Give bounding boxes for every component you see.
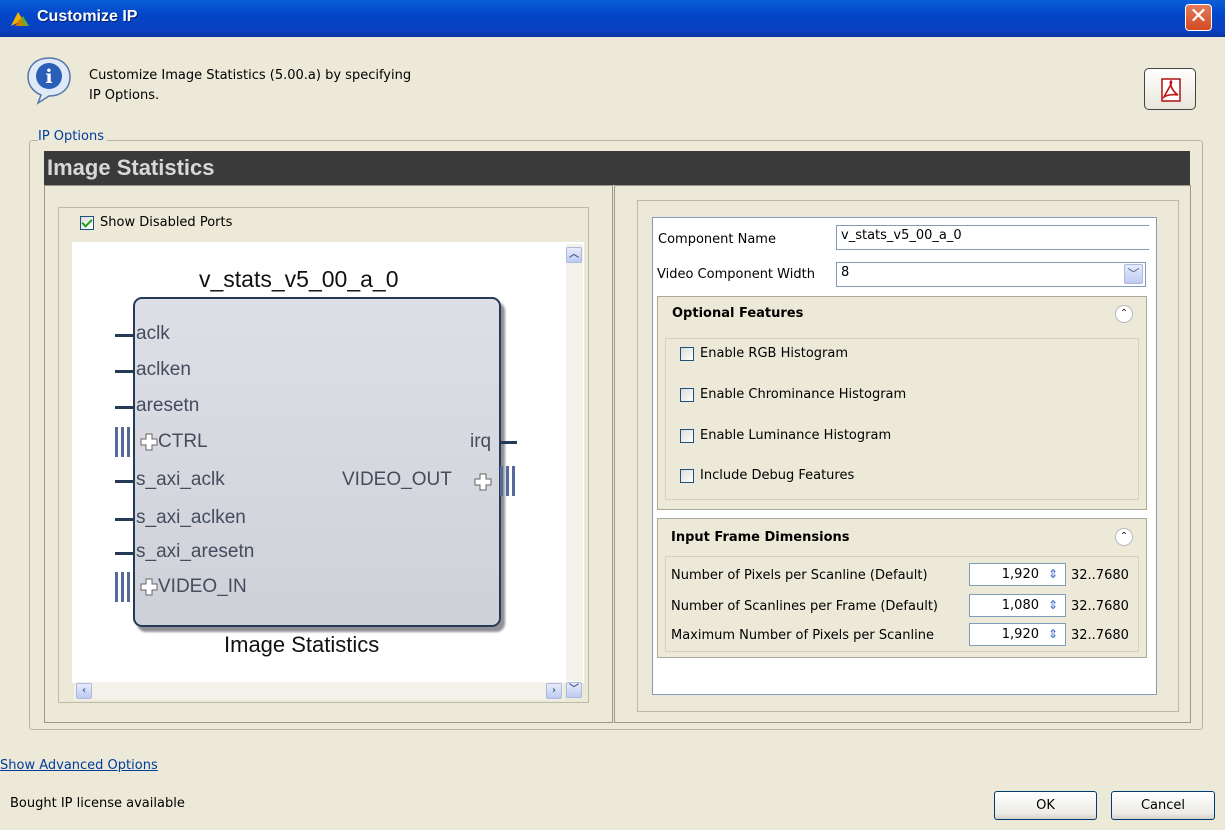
ok-button[interactable]: OK (994, 791, 1097, 820)
port-s-axi-aresetn: s_axi_aresetn (136, 541, 255, 562)
scanlines-per-frame-label: Number of Scanlines per Frame (Default) (671, 599, 938, 614)
scroll-down-button[interactable]: ﹀ (566, 682, 582, 698)
port-pin (115, 370, 135, 373)
port-irq: irq (470, 431, 492, 452)
port-pin (115, 518, 135, 521)
expand-plus-icon[interactable] (474, 473, 492, 491)
option-label: Include Debug Features (700, 468, 855, 483)
vertical-scrollbar[interactable]: ︿ (566, 244, 583, 681)
enable-chrominance-histogram-checkbox[interactable]: Enable Chrominance Histogram (680, 387, 906, 402)
component-name-input[interactable]: v_stats_v5_00_a_0 (836, 225, 1149, 250)
port-pin (115, 552, 135, 555)
enable-luminance-histogram-checkbox[interactable]: Enable Luminance Histogram (680, 428, 891, 443)
header-line-2: IP Options. (89, 88, 160, 103)
header-description: Customize Image Statistics (5.00.a) by s… (89, 66, 489, 106)
title-bar: Customize IP ✕ (0, 0, 1225, 37)
horizontal-scrollbar[interactable]: ‹ › (74, 682, 564, 700)
port-video-in: VIDEO_IN (158, 576, 247, 597)
spinner-arrows-icon[interactable]: ⇕ (1044, 565, 1062, 584)
video-width-label: Video Component Width (657, 267, 815, 282)
chevron-down-icon[interactable]: ﹀ (1124, 264, 1143, 284)
show-disabled-ports-checkbox[interactable]: Show Disabled Ports (80, 215, 232, 230)
license-status: Bought IP license available (10, 796, 185, 811)
range-label: 32..7680 (1071, 628, 1129, 643)
app-logo-icon (11, 12, 29, 26)
pdf-icon (1161, 78, 1181, 102)
port-pin (115, 406, 135, 409)
show-disabled-ports-label: Show Disabled Ports (100, 215, 233, 230)
port-aclken: aclken (136, 359, 191, 380)
bus-pin (115, 427, 118, 457)
enable-rgb-histogram-checkbox[interactable]: Enable RGB Histogram (680, 346, 848, 361)
cancel-button[interactable]: Cancel (1111, 791, 1215, 820)
component-name-label: Component Name (658, 232, 776, 247)
collapse-input-frame-icon[interactable]: ⌃ (1115, 528, 1133, 546)
window-title: Customize IP (37, 8, 138, 25)
ip-options-label: IP Options (38, 129, 107, 144)
expand-plus-icon[interactable] (140, 433, 158, 451)
scroll-up-button[interactable]: ︿ (566, 247, 582, 263)
include-debug-features-checkbox[interactable]: Include Debug Features (680, 468, 854, 483)
option-label: Enable Chrominance Histogram (700, 387, 907, 402)
spinner-arrows-icon[interactable]: ⇕ (1044, 596, 1062, 615)
max-pixels-per-scanline-label: Maximum Number of Pixels per Scanline (671, 628, 934, 643)
range-label: 32..7680 (1071, 568, 1129, 583)
expand-plus-icon[interactable] (140, 578, 158, 596)
checkbox-checked-icon[interactable] (80, 215, 94, 230)
range-label: 32..7680 (1071, 599, 1129, 614)
port-pin (115, 334, 135, 337)
collapse-optional-features-icon[interactable]: ⌃ (1115, 305, 1133, 323)
port-ctrl: CTRL (158, 431, 208, 452)
port-video-out: VIDEO_OUT (342, 469, 452, 490)
banner-title: Image Statistics (47, 155, 215, 180)
close-button[interactable]: ✕ (1185, 4, 1212, 31)
input-frame-title: Input Frame Dimensions (671, 530, 850, 545)
port-s-axi-aclken: s_axi_aclken (136, 507, 246, 528)
port-pin (115, 480, 135, 483)
optional-features-title: Optional Features (672, 306, 804, 321)
component-footer: Image Statistics (224, 632, 380, 657)
component-title: v_stats_v5_00_a_0 (199, 266, 399, 292)
port-aclk: aclk (136, 323, 170, 344)
info-icon: i (27, 57, 71, 105)
banner (44, 151, 1190, 185)
svg-text:i: i (45, 66, 52, 88)
video-width-select[interactable]: 8 (836, 262, 1146, 287)
port-aresetn: aresetn (136, 395, 200, 416)
pixels-per-scanline-label: Number of Pixels per Scanline (Default) (671, 568, 928, 583)
spinner-arrows-icon[interactable]: ⇕ (1044, 625, 1062, 644)
header-line-1: Customize Image Statistics (5.00.a) by s… (89, 68, 412, 83)
scroll-left-button[interactable]: ‹ (76, 683, 92, 699)
scroll-right-button[interactable]: › (546, 683, 562, 699)
option-label: Enable Luminance Histogram (700, 428, 892, 443)
bus-pin (115, 572, 118, 602)
port-s-axi-aclk: s_axi_aclk (136, 469, 225, 490)
option-label: Enable RGB Histogram (700, 346, 849, 361)
show-advanced-options-link[interactable]: Show Advanced Options (0, 758, 158, 773)
port-pin (499, 441, 517, 444)
bus-pin (500, 466, 503, 496)
datasheet-button[interactable] (1144, 68, 1196, 110)
